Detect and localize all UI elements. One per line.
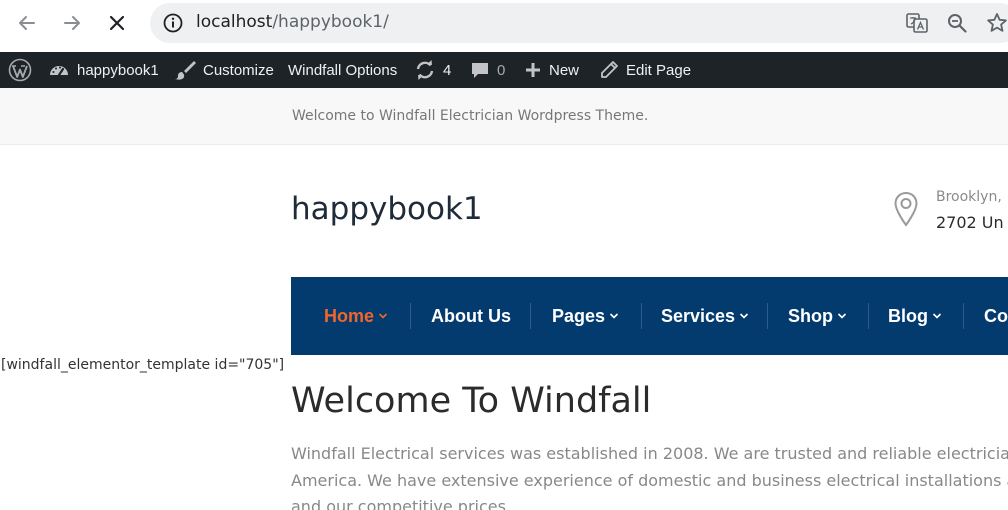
nav-item-label: Services bbox=[661, 305, 736, 326]
customize-label: Customize bbox=[203, 61, 274, 79]
url-path: /happybook1/ bbox=[272, 12, 389, 32]
nav-item-label: About Us bbox=[431, 305, 511, 326]
plus-icon bbox=[526, 63, 540, 77]
translate-icon[interactable] bbox=[905, 12, 929, 34]
updates-link[interactable]: 4 bbox=[414, 52, 451, 88]
nav-item-label: Co bbox=[984, 305, 1008, 326]
wordpress-logo-icon bbox=[8, 58, 32, 82]
nav-item-about-us[interactable]: About Us bbox=[431, 277, 511, 355]
windfall-options-label: Windfall Options bbox=[288, 61, 398, 79]
nav-divider bbox=[767, 303, 768, 329]
main-navigation: Home About Us Pages Services Shop Blog C… bbox=[291, 277, 1008, 355]
comments-link[interactable]: 0 bbox=[470, 52, 505, 88]
wp-admin-bar: happybook1 Customize Windfall Options 4 … bbox=[0, 52, 1008, 88]
nav-divider bbox=[530, 303, 531, 329]
chevron-down-icon bbox=[378, 313, 388, 319]
location-pin-icon bbox=[894, 191, 918, 227]
forward-button[interactable] bbox=[59, 10, 85, 36]
wp-logo-menu[interactable] bbox=[8, 52, 39, 88]
address-street: 2702 Un bbox=[936, 213, 1004, 232]
intro-paragraph-line: Windfall Electrical services was establi… bbox=[291, 444, 1008, 463]
nav-divider bbox=[963, 303, 964, 329]
new-label: New bbox=[549, 61, 580, 79]
nav-divider bbox=[641, 303, 642, 329]
site-name-label: happybook1 bbox=[77, 61, 159, 79]
nav-item-label: Shop bbox=[788, 305, 833, 326]
site-title[interactable]: happybook1 bbox=[291, 191, 483, 227]
url-text: localhost/happybook1/ bbox=[196, 12, 389, 32]
back-arrow-icon bbox=[19, 16, 35, 30]
dashboard-gauge-icon bbox=[50, 66, 68, 77]
nav-item-pages[interactable]: Pages bbox=[552, 277, 619, 355]
forward-arrow-icon bbox=[64, 16, 80, 30]
pencil-icon bbox=[601, 61, 618, 78]
edit-page-label: Edit Page bbox=[626, 61, 692, 79]
url-host: localhost bbox=[196, 12, 273, 32]
address-bar[interactable]: localhost/happybook1/ bbox=[150, 3, 1008, 43]
site-topbar: Welcome to Windfall Electrician Wordpres… bbox=[0, 88, 1008, 145]
updates-count: 4 bbox=[443, 61, 452, 79]
comment-bubble-icon bbox=[472, 63, 488, 78]
site-info-icon[interactable] bbox=[162, 12, 184, 34]
intro-paragraph-line: America. We have extensive experience of… bbox=[291, 471, 1008, 490]
edit-page-link[interactable]: Edit Page bbox=[599, 52, 691, 88]
nav-item-label: Pages bbox=[552, 305, 606, 326]
customize-link[interactable]: Customize bbox=[175, 52, 274, 88]
nav-divider bbox=[868, 303, 869, 329]
comments-count: 0 bbox=[497, 61, 506, 79]
site-name-menu[interactable]: happybook1 bbox=[48, 52, 159, 88]
windfall-options-link[interactable]: Windfall Options bbox=[288, 52, 397, 88]
paintbrush-icon bbox=[175, 61, 196, 80]
elementor-shortcode-text: [windfall_elementor_template id="705"] bbox=[1, 357, 285, 373]
bookmark-star-icon[interactable] bbox=[986, 12, 1008, 34]
browser-toolbar: localhost/happybook1/ bbox=[0, 0, 1008, 52]
nav-item-label: Blog bbox=[888, 305, 928, 326]
nav-divider bbox=[410, 303, 411, 329]
chevron-down-icon bbox=[837, 313, 847, 319]
nav-item-services[interactable]: Services bbox=[661, 277, 749, 355]
nav-item-label: Home bbox=[324, 305, 375, 326]
back-button[interactable] bbox=[14, 10, 40, 36]
stop-button[interactable] bbox=[104, 10, 130, 36]
nav-item-blog[interactable]: Blog bbox=[888, 277, 942, 355]
zoom-icon[interactable] bbox=[946, 12, 968, 34]
chevron-down-icon bbox=[740, 313, 749, 319]
address-city: Brooklyn, bbox=[936, 189, 1002, 205]
chevron-down-icon bbox=[609, 313, 619, 319]
chevron-down-icon bbox=[932, 313, 942, 319]
nav-item-contact[interactable]: Co bbox=[984, 277, 1008, 355]
new-content-menu[interactable]: New bbox=[524, 52, 579, 88]
updates-refresh-icon bbox=[416, 60, 434, 80]
nav-item-home[interactable]: Home bbox=[324, 277, 388, 355]
nav-item-shop[interactable]: Shop bbox=[788, 277, 847, 355]
intro-paragraph-line: and our competitive prices bbox=[291, 497, 506, 510]
stop-loading-icon bbox=[109, 15, 125, 31]
page-heading: Welcome To Windfall bbox=[291, 381, 652, 421]
welcome-message: Welcome to Windfall Electrician Wordpres… bbox=[292, 108, 649, 124]
